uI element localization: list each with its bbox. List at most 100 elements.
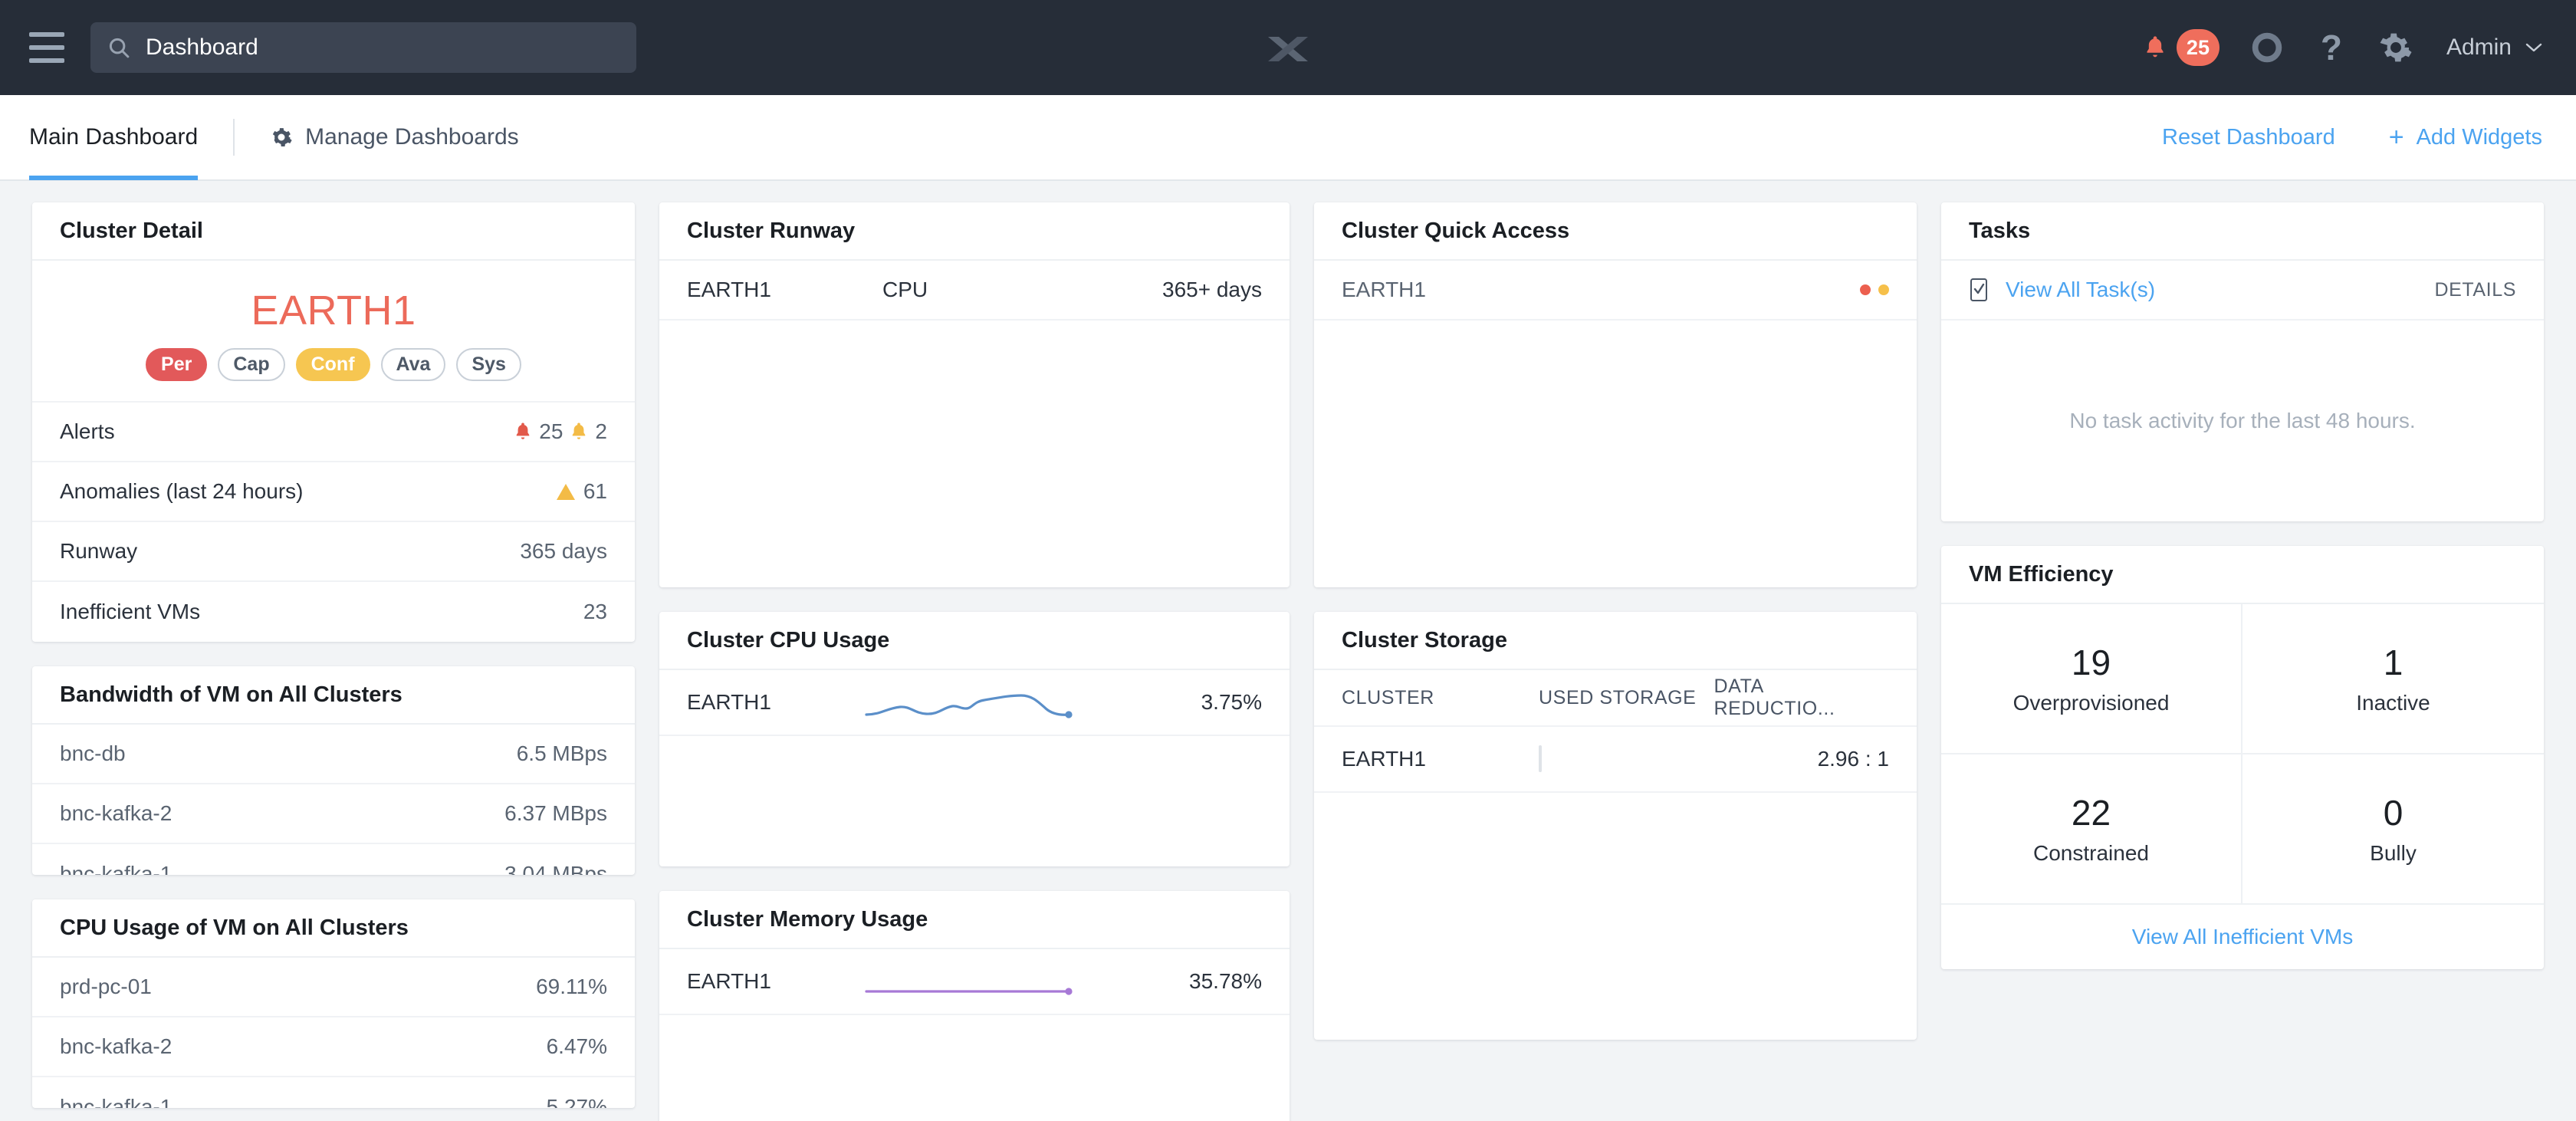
tab-manage-dashboards[interactable]: Manage Dashboards (270, 124, 519, 150)
column-header-used-storage: USED STORAGE (1539, 686, 1697, 708)
chevron-down-icon (2525, 43, 2542, 52)
vm-name[interactable]: prd-pc-01 (60, 975, 152, 999)
search-input[interactable]: Dashboard (90, 22, 636, 73)
used-storage-bar (1539, 745, 1543, 772)
vm-name[interactable]: bnc-kafka-2 (60, 1034, 172, 1059)
view-all-inefficient-vms-link[interactable]: View All Inefficient VMs (1941, 905, 2544, 969)
cluster-detail-row-alerts[interactable]: Alerts 25 2 (32, 403, 635, 462)
vm-name[interactable]: bnc-kafka-1 (60, 1095, 172, 1108)
user-name: Admin (2446, 35, 2512, 60)
tasks-empty-state: No task activity for the last 48 hours. (2069, 409, 2416, 432)
efficiency-value: 0 (2383, 793, 2404, 833)
efficiency-value: 19 (2071, 643, 2111, 682)
vm-bandwidth-value: 3.04 MBps (504, 862, 607, 875)
table-row[interactable]: bnc-db 6.5 MBps (32, 725, 635, 784)
gear-icon (272, 128, 292, 146)
help-button[interactable]: ? (2315, 30, 2348, 65)
status-circle-icon[interactable] (2250, 31, 2284, 64)
notification-count-badge[interactable]: 25 (2176, 29, 2220, 66)
view-all-tasks-link[interactable]: View All Task(s) (2006, 278, 2155, 302)
memory-sparkline-chart (863, 960, 1116, 1003)
card-title: Cluster CPU Usage (687, 627, 890, 653)
efficiency-cell-inactive[interactable]: 1 Inactive (2242, 604, 2544, 754)
memory-usage-value: 35.78% (1189, 969, 1262, 993)
card-header: Cluster Memory Usage (659, 891, 1290, 949)
table-row[interactable]: bnc-kafka-1 3.04 MBps (32, 844, 635, 875)
top-header-bar: Dashboard 25 ? Admin (0, 0, 2576, 95)
card-header: Bandwidth of VM on All Clusters (32, 666, 635, 725)
vm-name[interactable]: bnc-kafka-2 (60, 801, 172, 826)
table-row[interactable]: bnc-kafka-2 6.37 MBps (32, 784, 635, 844)
settings-button[interactable] (2379, 31, 2413, 64)
warning-alert-count: 2 (595, 419, 607, 443)
card-header: CPU Usage of VM on All Clusters (32, 899, 635, 958)
hamburger-line (29, 32, 64, 37)
add-widgets-button[interactable]: + Add Widgets (2389, 124, 2542, 150)
runway-value: 365+ days (1162, 278, 1262, 301)
vm-name[interactable]: bnc-kafka-1 (60, 862, 172, 875)
card-title: VM Efficiency (1969, 561, 2114, 587)
dashboard-actions: Reset Dashboard + Add Widgets (2162, 124, 2542, 150)
card-title: Cluster Storage (1342, 627, 1507, 653)
cluster-name[interactable]: EARTH1 (32, 287, 635, 334)
used-storage-bar-cell (1539, 745, 1714, 772)
table-row[interactable]: EARTH1 CPU 365+ days (659, 261, 1290, 321)
efficiency-value: 22 (2071, 793, 2111, 833)
anomaly-count-group: 61 (556, 479, 607, 504)
status-pill-performance[interactable]: Per (146, 348, 208, 381)
cluster-name: EARTH1 (687, 969, 771, 993)
hamburger-line (29, 58, 64, 63)
table-row[interactable]: EARTH1 3.75% (659, 670, 1290, 736)
sparkline-svg (865, 694, 1073, 718)
cluster-quick-access-card: Cluster Quick Access EARTH1 (1314, 202, 1917, 587)
vm-name[interactable]: bnc-db (60, 741, 126, 766)
cluster-detail-row-runway[interactable]: Runway 365 days (32, 522, 635, 582)
cluster-detail-row-anomalies[interactable]: Anomalies (last 24 hours) 61 (32, 462, 635, 522)
table-row[interactable]: EARTH1 35.78% (659, 949, 1290, 1015)
efficiency-cell-bully[interactable]: 0 Bully (2242, 754, 2544, 905)
cluster-detail-card: Cluster Detail EARTH1 Per Cap Conf Ava S… (32, 202, 635, 642)
vm-efficiency-card: VM Efficiency 19 Overprovisioned 1 Inact… (1941, 546, 2544, 969)
efficiency-label: Constrained (2033, 841, 2149, 865)
cluster-memory-usage-card: Cluster Memory Usage EARTH1 35.78% (659, 891, 1290, 1121)
table-row[interactable]: bnc-kafka-2 6.47% (32, 1017, 635, 1077)
row-value: 23 (583, 600, 607, 623)
card-header: Cluster Quick Access (1314, 202, 1917, 261)
status-pill-capacity[interactable]: Cap (218, 348, 285, 381)
status-pill-availability[interactable]: Ava (380, 348, 446, 381)
task-details-button[interactable]: DETAILS (2434, 279, 2516, 301)
cluster-status-pills: Per Cap Conf Ava Sys (32, 348, 635, 381)
runway-resource: CPU (882, 278, 928, 301)
grid-column-4: Tasks View All Task(s) DETAILS No task a… (1941, 202, 2544, 969)
critical-status-dot (1860, 284, 1871, 295)
grid-column-3: Cluster Quick Access EARTH1 Cluster Stor… (1314, 202, 1917, 1040)
tasks-header-row: View All Task(s) DETAILS (1941, 261, 2544, 321)
row-value: 365 days (520, 539, 607, 563)
row-label: Inefficient VMs (60, 600, 201, 623)
empty-space (659, 736, 1290, 866)
tab-main-dashboard[interactable]: Main Dashboard (29, 94, 199, 180)
notifications-button[interactable]: 25 (2144, 29, 2220, 66)
card-title: Tasks (1969, 218, 2031, 243)
efficiency-label: Overprovisioned (2013, 691, 2170, 715)
table-row[interactable]: EARTH1 (1314, 261, 1917, 321)
grid-column-2: Cluster Runway EARTH1 CPU 365+ days Clus… (659, 202, 1290, 1121)
cluster-detail-row-inefficient-vms[interactable]: Inefficient VMs 23 (32, 582, 635, 642)
efficiency-cell-constrained[interactable]: 22 Constrained (1941, 754, 2242, 905)
efficiency-cell-overprovisioned[interactable]: 19 Overprovisioned (1941, 604, 2242, 754)
hamburger-menu-icon[interactable] (29, 32, 64, 63)
status-dots (1860, 284, 1889, 295)
status-pill-configuration[interactable]: Conf (295, 348, 370, 381)
user-menu[interactable]: Admin (2446, 35, 2542, 61)
card-title: Bandwidth of VM on All Clusters (60, 682, 402, 707)
tab-manage-dashboards-label: Manage Dashboards (305, 124, 519, 150)
status-pill-system[interactable]: Sys (456, 348, 521, 381)
gear-icon (2380, 33, 2412, 62)
quick-access-cluster-name[interactable]: EARTH1 (1342, 278, 1426, 302)
x-logo (1268, 37, 1308, 61)
bandwidth-vm-card: Bandwidth of VM on All Clusters bnc-db 6… (32, 666, 635, 875)
table-row[interactable]: bnc-kafka-1 5.27% (32, 1077, 635, 1108)
table-row[interactable]: prd-pc-01 69.11% (32, 958, 635, 1017)
table-row[interactable]: EARTH1 2.96 : 1 (1314, 727, 1917, 793)
reset-dashboard-button[interactable]: Reset Dashboard (2162, 125, 2335, 150)
